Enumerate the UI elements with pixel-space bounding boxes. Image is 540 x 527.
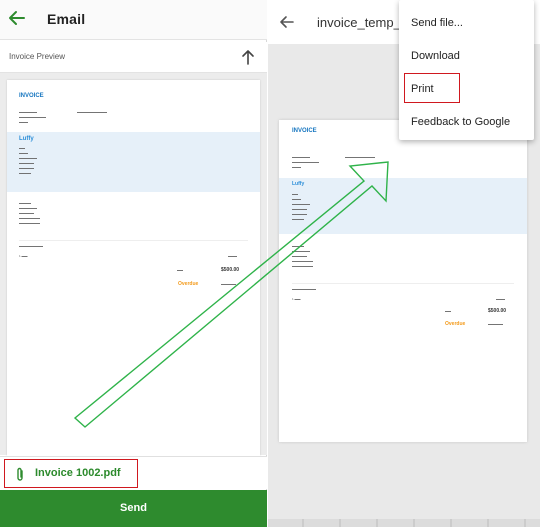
invoice-total-label: ▬▬: [445, 309, 451, 313]
invoice-meta-block: ▬▬▬▬ ▬▬▬▬▬▬ ▬▬▬▬▬ ▬▬▬▬▬▬▬ ▬▬▬▬▬▬▬: [19, 201, 40, 225]
invoice-table-header: ▬▬▬▬▬▬▬▬: [19, 244, 43, 248]
invoice-preview-label: Invoice Preview: [9, 52, 66, 61]
attachment-filename: Invoice 1002.pdf: [35, 467, 121, 479]
invoice-divider: [292, 283, 514, 284]
back-arrow-icon[interactable]: [8, 9, 26, 27]
invoice-line-item: 1 ▬▬: [19, 254, 28, 258]
invoice-meta-block: ▬▬▬▬ ▬▬▬▬▬▬ ▬▬▬▬▬ ▬▬▬▬▬▬▬ ▬▬▬▬▬▬▬: [292, 244, 313, 268]
menu-item-download[interactable]: Download: [411, 50, 460, 62]
invoice-billing-band: [7, 132, 260, 192]
back-arrow-icon[interactable]: [279, 14, 295, 30]
attachment-bar: Invoice 1002.pdf: [0, 456, 267, 489]
invoice-document-right[interactable]: INVOICE ▬▬▬▬▬▬ ▬▬▬▬▬▬▬▬▬ ▬▬▬ ▬▬▬▬▬▬▬▬▬▬ Lu…: [279, 120, 527, 442]
email-title: Email: [47, 11, 86, 27]
email-header: Email: [0, 0, 267, 40]
invoice-company-name: Luffy: [292, 181, 305, 187]
email-pane: Email Invoice Preview INVOICE ▬▬▬▬▬▬ ▬▬▬▬…: [0, 0, 267, 527]
arrow-up-icon[interactable]: [241, 49, 255, 65]
screenshot-stage: Email Invoice Preview INVOICE ▬▬▬▬▬▬ ▬▬▬▬…: [0, 0, 540, 527]
menu-item-send-file[interactable]: Send file...: [411, 17, 463, 29]
paperclip-icon: [17, 467, 23, 481]
menu-item-print[interactable]: Print: [411, 83, 434, 95]
invoice-heading: INVOICE: [19, 93, 44, 99]
invoice-from-block: ▬▬▬▬▬▬ ▬▬▬▬▬▬▬▬▬ ▬▬▬: [292, 155, 319, 169]
overflow-menu: Send file... Download Print Feedback to …: [399, 0, 534, 140]
invoice-company-name: Luffy: [19, 136, 34, 142]
menu-item-feedback[interactable]: Feedback to Google: [411, 116, 510, 128]
invoice-line-amount: ▬▬▬: [228, 254, 237, 258]
invoice-document-left[interactable]: INVOICE ▬▬▬▬▬▬ ▬▬▬▬▬▬▬▬▬ ▬▬▬ ▬▬▬▬▬▬▬▬▬▬ Lu…: [7, 80, 260, 456]
page-scroll-track[interactable]: [268, 519, 540, 527]
invoice-total-amount: $500.00: [488, 308, 507, 314]
invoice-heading: INVOICE: [292, 128, 317, 134]
invoice-table-header: ▬▬▬▬▬▬▬▬: [292, 287, 316, 291]
invoice-line-item: 1 ▬▬: [292, 297, 301, 301]
invoice-bill-to: ▬▬ ▬▬▬ ▬▬▬▬▬▬ ▬▬▬▬▬ ▬▬▬▬▬ ▬▬▬▬: [19, 146, 37, 175]
invoice-from-block: ▬▬▬▬▬▬ ▬▬▬▬▬▬▬▬▬ ▬▬▬: [19, 110, 46, 124]
invoice-due-date: ▬▬▬▬▬: [221, 282, 236, 286]
attachment-highlight[interactable]: Invoice 1002.pdf: [4, 459, 138, 488]
page-ruler: [302, 519, 526, 527]
pdf-file-title: invoice_temp_: [317, 15, 401, 30]
invoice-due-date: ▬▬▬▬▬: [488, 322, 503, 326]
invoice-contact-block: ▬▬▬▬▬▬▬▬▬▬: [345, 155, 375, 159]
invoice-contact-block: ▬▬▬▬▬▬▬▬▬▬: [77, 110, 107, 114]
invoice-divider: [19, 240, 248, 241]
invoice-billing-band: [279, 178, 527, 234]
invoice-total-amount: $500.00: [221, 267, 240, 273]
invoice-total-label: ▬▬: [177, 268, 183, 272]
invoice-bill-to: ▬▬ ▬▬▬ ▬▬▬▬▬▬ ▬▬▬▬▬ ▬▬▬▬▬ ▬▬▬▬: [292, 192, 310, 221]
invoice-overdue-label: Overdue: [178, 281, 199, 287]
invoice-line-amount: ▬▬▬: [496, 297, 505, 301]
invoice-overdue-label: Overdue: [445, 321, 466, 327]
invoice-preview-bar[interactable]: Invoice Preview: [0, 42, 267, 73]
send-button[interactable]: Send: [0, 490, 267, 527]
